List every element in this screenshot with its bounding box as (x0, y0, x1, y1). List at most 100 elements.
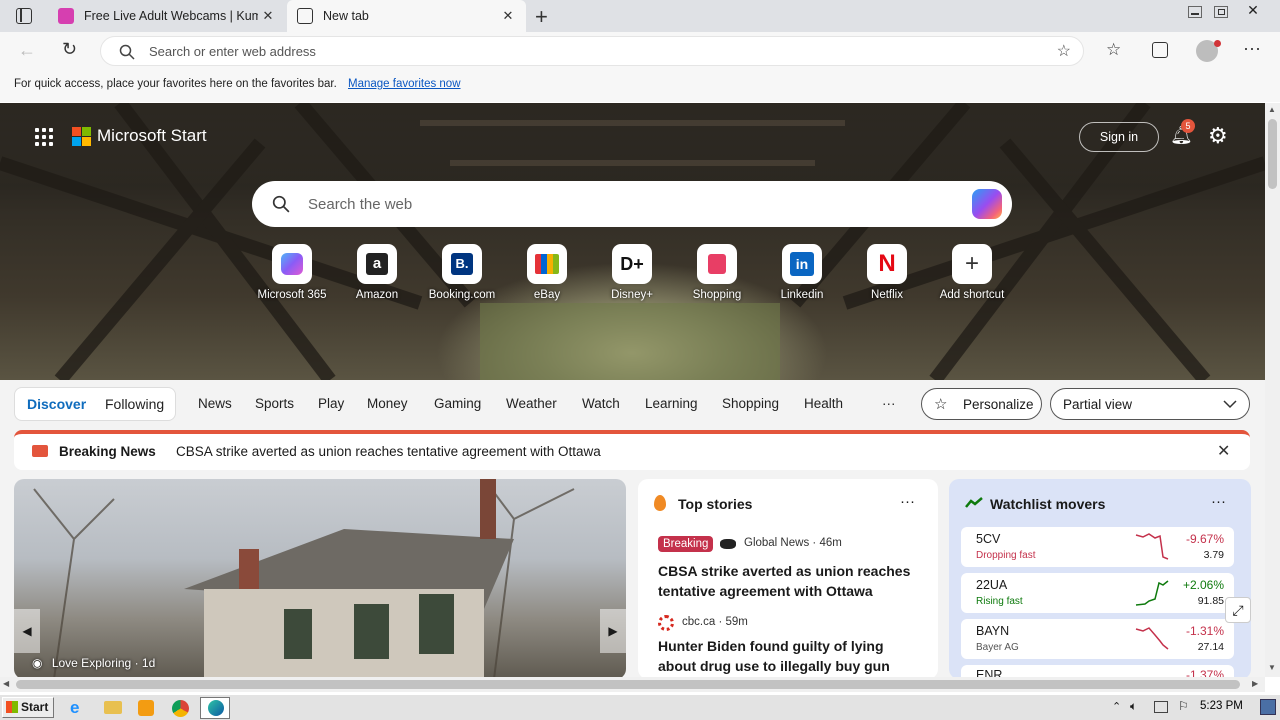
watchlist-row[interactable]: ENR -1.37% (961, 665, 1234, 677)
folder-icon[interactable] (104, 701, 122, 714)
show-desktop-icon[interactable] (1260, 699, 1276, 715)
newtab-favicon (297, 8, 313, 24)
action-center-flag-icon[interactable]: ⚐ (1178, 699, 1189, 713)
more-menu-icon[interactable]: ··· (1243, 38, 1261, 59)
sign-in-button[interactable]: Sign in (1079, 122, 1159, 152)
scroll-right-icon[interactable]: ▶ (1252, 679, 1258, 688)
shortcut-label: Add shortcut (939, 289, 1005, 301)
shortcut-shopping[interactable]: Shopping (672, 244, 762, 301)
nav-watch[interactable]: Watch (582, 396, 620, 411)
story-headline[interactable]: Hunter Biden found guilty of lying about… (658, 636, 923, 676)
shortcut-label: eBay (533, 289, 561, 301)
shortcut-disney[interactable]: D+ Disney+ (587, 244, 677, 301)
close-tab-icon[interactable]: ✕ (498, 8, 518, 24)
shortcut-amazon[interactable]: a Amazon (332, 244, 422, 301)
watchlist-row[interactable]: 22UA Rising fast +2.06% 91.85 (961, 573, 1234, 613)
close-tab-icon[interactable]: ✕ (258, 8, 278, 24)
previous-arrow-icon[interactable]: ◀ (14, 609, 40, 653)
horizontal-scrollbar[interactable]: ◀ ▶ (0, 677, 1265, 692)
scroll-thumb[interactable] (1268, 119, 1277, 189)
microsoft-start-logo[interactable]: Microsoft Start (72, 126, 207, 146)
refresh-icon[interactable]: ↻ (62, 39, 77, 60)
tray-expand-icon[interactable]: ⌃ (1112, 700, 1121, 713)
clock[interactable]: 5:23 PM (1200, 700, 1243, 712)
watchlist-row[interactable]: BAYN Bayer AG -1.31% 27.14 (961, 619, 1234, 659)
add-shortcut-button[interactable]: + Add shortcut (927, 244, 1017, 301)
nav-news[interactable]: News (198, 396, 232, 411)
flame-icon (654, 495, 666, 511)
shortcut-netflix[interactable]: N Netflix (842, 244, 932, 301)
new-tab-icon[interactable]: + (535, 4, 548, 30)
expand-icon[interactable]: ⤢ (1225, 597, 1251, 623)
close-icon[interactable]: ✕ (1217, 441, 1230, 461)
nav-gaming[interactable]: Gaming (434, 396, 481, 411)
view-select[interactable]: Partial view (1050, 388, 1250, 420)
image-card-age: 1d (141, 656, 156, 670)
shortcut-linkedin[interactable]: in Linkedin (757, 244, 847, 301)
ie-icon[interactable]: e (70, 698, 90, 718)
chrome-icon[interactable] (172, 700, 189, 717)
nav-shopping[interactable]: Shopping (722, 396, 779, 411)
tab-discover[interactable]: Discover (27, 396, 86, 412)
shortcut-booking[interactable]: B. Booking.com (417, 244, 507, 301)
add-favorite-icon[interactable]: ☆ (1057, 41, 1071, 61)
view-select-value: Partial view (1063, 397, 1133, 412)
nav-play[interactable]: Play (318, 396, 344, 411)
stock-change: -1.31% (1185, 624, 1224, 638)
nav-sports[interactable]: Sports (255, 396, 294, 411)
collections-icon[interactable] (1152, 42, 1168, 58)
media-player-icon[interactable] (138, 700, 154, 716)
shortcut-microsoft-365[interactable]: Microsoft 365 (247, 244, 337, 301)
notifications-button[interactable]: 🔔︎ 5 (1170, 119, 1195, 147)
personalize-button[interactable]: ☆ Personalize (921, 388, 1042, 420)
minimize-icon[interactable] (1188, 6, 1202, 18)
start-button[interactable]: Start (2, 697, 54, 718)
shortcut-label: Disney+ (611, 289, 653, 301)
breaking-news-banner[interactable]: Breaking News CBSA strike averted as uni… (14, 430, 1250, 470)
notification-badge: 5 (1181, 119, 1195, 133)
nav-weather[interactable]: Weather (506, 396, 557, 411)
favorites-icon[interactable]: ☆ (1106, 40, 1121, 60)
close-window-icon[interactable]: ✕ (1240, 2, 1266, 18)
edge-icon[interactable] (200, 697, 230, 719)
nav-learning[interactable]: Learning (645, 396, 698, 411)
scroll-up-icon[interactable]: ▲ (1268, 105, 1276, 114)
story-headline[interactable]: CBSA strike averted as union reaches ten… (658, 561, 923, 601)
next-arrow-icon[interactable]: ▶ (600, 609, 626, 653)
shortcut-ebay[interactable]: eBay (502, 244, 592, 301)
watchlist-row[interactable]: 5CV Dropping fast -9.67% 3.79 (961, 527, 1234, 567)
story-age: 46m (819, 537, 842, 549)
card-more-icon[interactable]: ··· (900, 493, 915, 510)
stock-sub: Dropping fast (976, 550, 1036, 561)
web-search-box[interactable]: Search the web (252, 181, 1012, 227)
disney-icon: D+ (612, 244, 652, 284)
tab-following[interactable]: Following (105, 396, 164, 412)
vertical-scrollbar[interactable]: ▲ ▼ (1265, 103, 1280, 677)
scroll-left-icon[interactable]: ◀ (3, 679, 9, 688)
manage-favorites-link[interactable]: Manage favorites now (348, 78, 461, 90)
breaking-news-headline[interactable]: CBSA strike averted as union reaches ten… (176, 444, 601, 459)
tab-webcams[interactable]: Free Live Adult Webcams | KumC ✕ (48, 0, 286, 32)
scroll-thumb[interactable] (16, 680, 1240, 689)
nav-more-button[interactable]: ··· (882, 396, 896, 411)
breaking-badge: Breaking (658, 536, 714, 552)
nav-health[interactable]: Health (804, 396, 843, 411)
scroll-down-icon[interactable]: ▼ (1268, 663, 1276, 672)
apps-launcher-icon[interactable] (35, 128, 53, 146)
network-icon[interactable] (1154, 701, 1168, 713)
stock-symbol: 22UA (976, 578, 1008, 592)
tab-new-tab[interactable]: New tab ✕ (287, 0, 526, 32)
settings-gear-icon[interactable]: ⚙ (1208, 123, 1228, 149)
copilot-icon[interactable] (972, 189, 1002, 219)
stock-sub: Rising fast (976, 596, 1023, 607)
tab-actions-icon[interactable] (16, 8, 32, 24)
profile-avatar[interactable] (1196, 40, 1221, 62)
restore-icon[interactable] (1214, 6, 1228, 18)
nav-money[interactable]: Money (367, 396, 408, 411)
address-bar[interactable]: Search or enter web address ☆ (100, 36, 1084, 66)
volume-icon[interactable]: 🔈︎ (1130, 699, 1137, 714)
stock-symbol: ENR (976, 668, 1003, 677)
featured-image-card[interactable]: ◀ ▶ ◉ Love Exploring · 1d (14, 479, 626, 677)
back-icon[interactable]: ← (18, 40, 36, 61)
card-more-icon[interactable]: ··· (1211, 493, 1226, 510)
